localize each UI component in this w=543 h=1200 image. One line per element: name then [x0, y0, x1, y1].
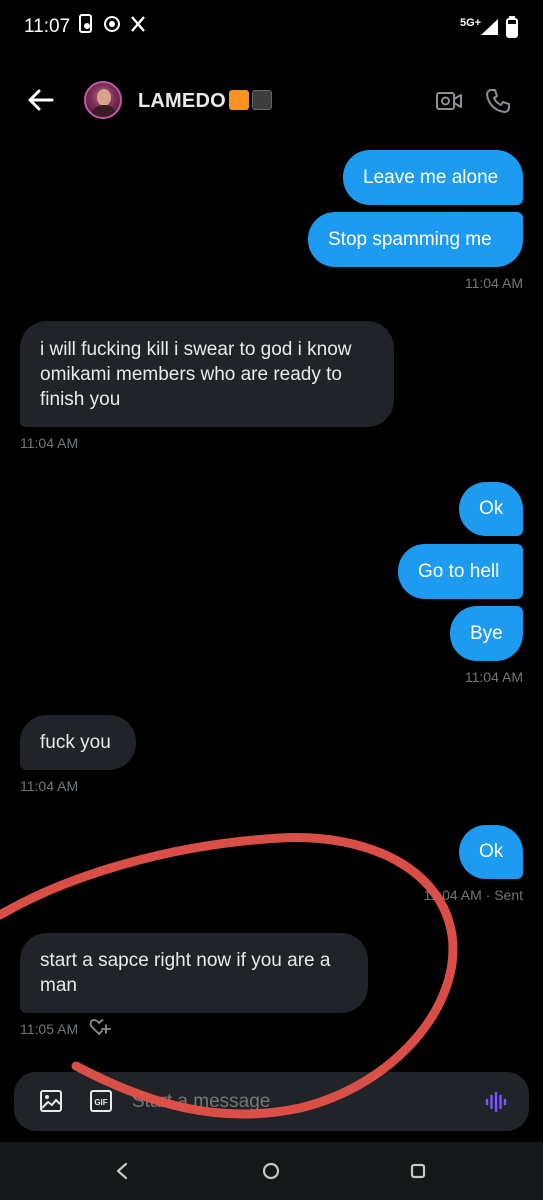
incoming-message[interactable]: i will fucking kill i swear to god i kno… [20, 321, 394, 427]
status-time: 11:07 [24, 16, 71, 37]
gif-icon[interactable]: GIF [89, 1089, 113, 1113]
image-icon[interactable] [39, 1089, 63, 1113]
message-timestamp: 11:04 AM [464, 669, 523, 685]
network-type: 5G+ [460, 17, 482, 29]
message-timestamp-sent: 11:04 AM · Sent [423, 887, 523, 903]
phone-status-icon [79, 14, 92, 33]
nav-home-icon[interactable] [262, 1162, 280, 1180]
outgoing-message[interactable]: Stop spamming me [308, 212, 523, 267]
black-square-emoji [251, 90, 272, 110]
message-timestamp: 11:04 AM [20, 435, 79, 451]
nav-back-icon[interactable] [114, 1162, 130, 1180]
message-composer: GIF [14, 1072, 529, 1131]
outgoing-message[interactable]: Bye [450, 606, 523, 661]
outgoing-message[interactable]: Ok [459, 482, 523, 536]
back-arrow-icon[interactable] [26, 88, 54, 112]
avatar[interactable] [84, 81, 122, 119]
battery-icon [506, 16, 518, 38]
signal-icon [481, 19, 498, 35]
outgoing-message[interactable]: Ok [459, 825, 523, 879]
nav-recents-icon[interactable] [410, 1163, 426, 1179]
message-timestamp: 11:04 AM [20, 778, 79, 794]
svg-text:GIF: GIF [94, 1098, 107, 1107]
incoming-message[interactable]: start a sapce right now if you are a man [20, 933, 368, 1013]
system-navigation-bar [0, 1142, 543, 1200]
message-input[interactable] [132, 1091, 452, 1113]
orange-square-emoji [228, 90, 249, 110]
x-app-icon [131, 16, 145, 32]
outgoing-message[interactable]: Go to hell [398, 544, 523, 599]
contact-name[interactable]: LAMEDO [138, 90, 272, 113]
video-call-icon[interactable] [435, 90, 463, 112]
location-status-icon [104, 16, 120, 32]
conversation-header: LAMEDO [0, 70, 543, 130]
status-bar: 11:07 5G+ [0, 0, 543, 56]
outgoing-message[interactable]: Leave me alone [343, 150, 523, 205]
phone-call-icon[interactable] [485, 88, 511, 114]
message-timestamp: 11:04 AM [464, 275, 523, 291]
incoming-message[interactable]: fuck you [20, 715, 136, 770]
react-heart-icon[interactable] [89, 1017, 111, 1037]
contact-name-text: LAMEDO [138, 90, 226, 112]
message-timestamp: 11:05 AM [20, 1021, 79, 1037]
voice-message-icon[interactable] [484, 1090, 508, 1114]
